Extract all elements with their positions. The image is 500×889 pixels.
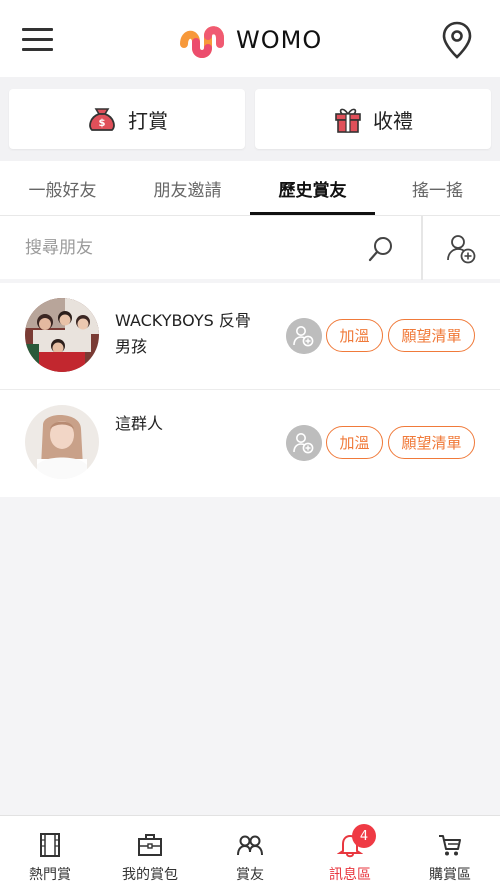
brand-logo: WOMO [178,22,322,58]
add-friend-icon[interactable] [286,425,322,461]
tab-friend-invites[interactable]: 朋友邀請 [125,161,250,215]
nav-my-wallet[interactable]: 我的賞包 [100,816,200,889]
nav-shop[interactable]: 購賞區 [400,816,500,889]
nav-messages[interactable]: 4 訊息區 [300,816,400,889]
briefcase-icon [138,834,162,856]
search-row [0,215,500,280]
gift-box-icon [335,108,361,133]
nav-label: 訊息區 [329,867,371,883]
money-bag-icon: $ [89,108,115,131]
notification-badge: 4 [352,824,376,848]
nav-label: 賞友 [236,867,264,883]
cart-icon [439,835,461,856]
add-friend-icon[interactable] [286,318,322,354]
friend-name: 這群人 [115,414,164,433]
follow-button[interactable]: 加溫 [326,426,383,459]
bottom-nav: 熱門賞 我的賞包 賞友 4 訊息區 購賞區 [0,815,500,889]
tip-button[interactable]: $ 打賞 [9,89,245,149]
nav-label: 購賞區 [429,867,471,883]
gift-label: 收禮 [373,108,413,133]
wishlist-button[interactable]: 願望清單 [388,426,475,459]
friend-tabs: 一般好友 朋友邀請 歷史賞友 搖一搖 [0,161,500,215]
svg-text:$: $ [99,118,106,129]
tab-general-friends[interactable]: 一般好友 [0,161,125,215]
nav-friends[interactable]: 賞友 [200,816,300,889]
womo-logo-icon [180,26,224,58]
nav-label: 我的賞包 [122,867,178,883]
action-bar: $ 打賞 收禮 [0,77,500,161]
avatar[interactable] [25,298,99,372]
follow-button[interactable]: 加溫 [326,319,383,352]
location-pin-icon[interactable] [440,20,474,60]
divider [421,216,423,280]
list-item[interactable]: WACKYBOYS 反骨 男孩 加溫 願望清單 [0,283,500,390]
friend-name: WACKYBOYS 反骨 男孩 [115,311,251,356]
gift-button[interactable]: 收禮 [255,89,491,149]
top-bar: WOMO [0,0,500,77]
tip-label: 打賞 [128,108,168,133]
add-friend-icon[interactable] [444,232,478,266]
nav-label: 熱門賞 [29,867,71,883]
brand-name: WOMO [236,26,323,54]
search-input[interactable] [25,232,355,264]
avatar[interactable] [25,405,99,479]
tab-shake[interactable]: 搖一搖 [375,161,500,215]
friends-icon [237,835,263,856]
menu-icon[interactable] [22,26,53,52]
nav-hot[interactable]: 熱門賞 [0,816,100,889]
search-icon[interactable] [366,234,396,264]
friend-list: WACKYBOYS 反骨 男孩 加溫 願望清單 這群人 加溫 願望清單 [0,283,500,497]
film-icon [40,833,60,857]
wishlist-button[interactable]: 願望清單 [388,319,475,352]
list-item[interactable]: 這群人 加溫 願望清單 [0,390,500,497]
tab-history-friends[interactable]: 歷史賞友 [250,161,375,215]
